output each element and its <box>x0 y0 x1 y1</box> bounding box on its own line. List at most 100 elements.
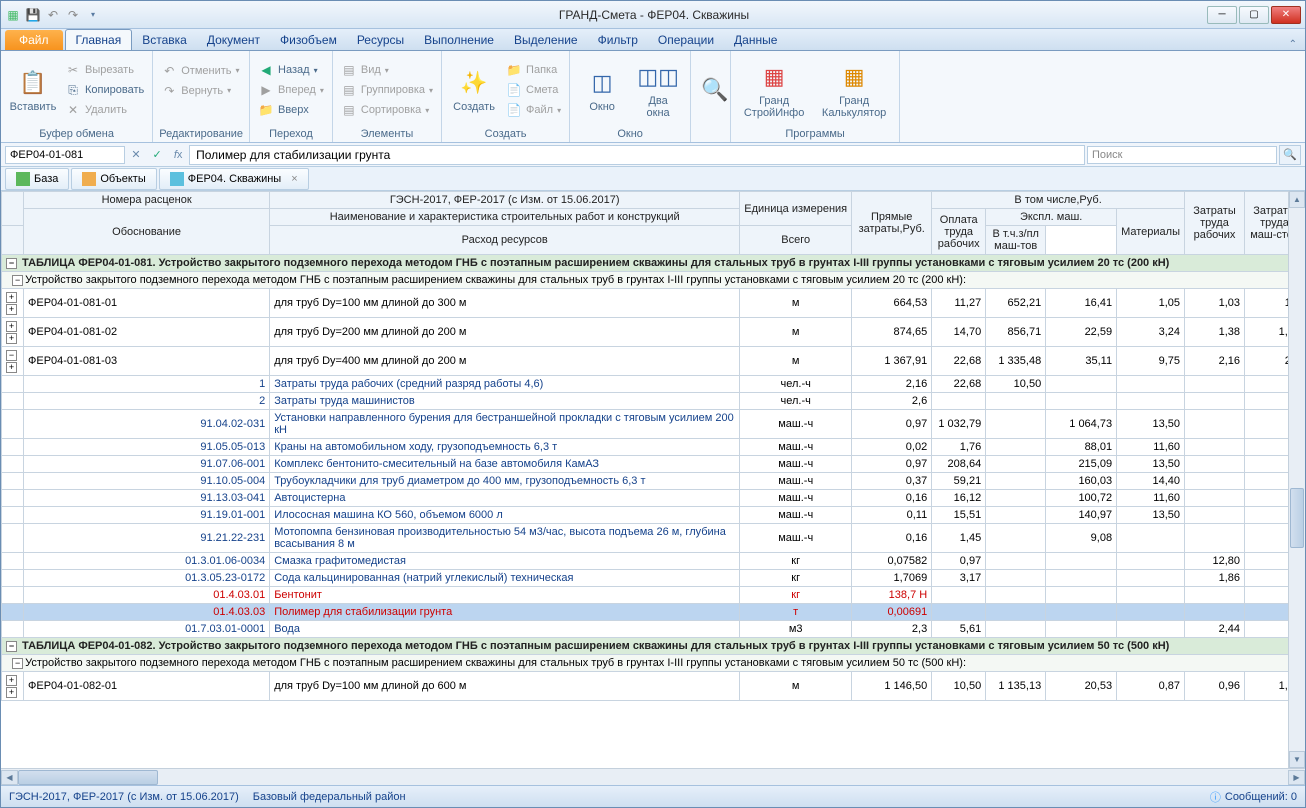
app-icon[interactable]: ▦ <box>5 7 21 23</box>
table-row[interactable]: 1Затраты труда рабочих (средний разряд р… <box>2 376 1305 393</box>
file-tab[interactable]: Файл <box>5 30 63 50</box>
table-row[interactable]: 91.05.05-013Краны на автомобильном ходу,… <box>2 439 1305 456</box>
qat-undo-icon[interactable]: ↶ <box>45 7 61 23</box>
cut-button[interactable]: ✂Вырезать <box>63 61 146 79</box>
tab-objects[interactable]: Объекты <box>71 168 156 190</box>
expand-icon[interactable]: + <box>6 321 17 332</box>
scroll-right-icon[interactable]: ▶ <box>1288 770 1305 785</box>
col-mat[interactable]: Материалы <box>1117 209 1185 255</box>
tab-exec[interactable]: Выполнение <box>414 30 504 50</box>
view-button[interactable]: ▤Вид▾ <box>339 61 435 79</box>
table-row[interactable]: 91.07.06-001Комплекс бентонито-смеситель… <box>2 456 1305 473</box>
copy-button[interactable]: ⎘Копировать <box>63 81 146 99</box>
sort-button[interactable]: ▤Сортировка▾ <box>339 101 435 119</box>
up-button[interactable]: 📁Вверх <box>256 101 326 119</box>
search-input[interactable]: Поиск <box>1087 146 1277 164</box>
window-one-button[interactable]: ◫Окно <box>576 65 628 115</box>
expand-icon[interactable]: + <box>6 304 17 315</box>
stroiinfo-button[interactable]: ▦Гранд СтройИнфо <box>737 59 811 121</box>
tab-phys[interactable]: Физобъем <box>270 30 347 50</box>
tab-filt[interactable]: Фильтр <box>588 30 648 50</box>
expand-icon[interactable]: + <box>6 687 17 698</box>
collapse-icon[interactable]: − <box>12 658 23 669</box>
close-tab-icon[interactable]: × <box>291 173 297 185</box>
scroll-down-icon[interactable]: ▼ <box>1289 751 1305 768</box>
paste-button[interactable]: 📋Вставить <box>7 65 59 115</box>
status-messages[interactable]: Сообщений: 0 <box>1225 791 1297 803</box>
scroll-thumb-h[interactable] <box>18 770 158 785</box>
table-row[interactable]: ++ФЕР04-01-081-01для труб Dy=100 мм длин… <box>2 289 1305 318</box>
table-row[interactable]: 91.19.01-001Илососная машина КО 560, объ… <box>2 507 1305 524</box>
col-includes[interactable]: В том числе,Руб. <box>932 192 1185 209</box>
close-button[interactable]: ✕ <box>1271 6 1301 24</box>
search-button[interactable]: 🔍 <box>1279 145 1301 165</box>
qat-redo-icon[interactable]: ↷ <box>65 7 81 23</box>
col-basis[interactable]: Обоснование <box>24 209 270 255</box>
ribbon-collapse-icon[interactable]: ⌃ <box>1289 39 1297 50</box>
table-row[interactable]: ++ФЕР04-01-081-02для труб Dy=200 мм длин… <box>2 318 1305 347</box>
col-consumption[interactable]: Расход ресурсов <box>270 226 740 255</box>
minimize-button[interactable]: ─ <box>1207 6 1237 24</box>
collapse-icon[interactable]: − <box>6 258 17 269</box>
data-grid[interactable]: Номера расценок ГЭСН-2017, ФЕР-2017 (с И… <box>1 191 1305 701</box>
fx-cancel-icon[interactable]: ✕ <box>127 148 145 161</box>
tab-sel[interactable]: Выделение <box>504 30 588 50</box>
table-row[interactable]: 91.04.02-031Установки направленного буре… <box>2 410 1305 439</box>
table-row[interactable]: 91.10.05-004Трубоукладчики для труб диам… <box>2 473 1305 490</box>
table-row[interactable]: −+ФЕР04-01-081-03для труб Dy=400 мм длин… <box>2 347 1305 376</box>
expand-icon[interactable]: + <box>6 333 17 344</box>
maximize-button[interactable]: ▢ <box>1239 6 1269 24</box>
table-row[interactable]: 91.13.03-041Автоцистернамаш.-ч0,1616,121… <box>2 490 1305 507</box>
col-incl[interactable]: В т.ч.з/пл маш-тов <box>986 226 1046 255</box>
back-button[interactable]: ◀Назад▾ <box>256 61 326 79</box>
redo-button[interactable]: ↷Вернуть▾ <box>159 82 241 100</box>
table-row[interactable]: − ТАБЛИЦА ФЕР04-01-082. Устройство закры… <box>2 638 1305 655</box>
col-subtitle[interactable]: ГЭСН-2017, ФЕР-2017 (с Изм. от 15.06.201… <box>270 192 740 209</box>
col-mach[interactable]: Экспл. маш. <box>986 209 1117 226</box>
col-unit[interactable]: Единица измерения <box>740 192 852 226</box>
col-labor-work[interactable]: Затраты труда рабочих <box>1185 192 1245 255</box>
horizontal-scrollbar[interactable]: ◀ ▶ <box>1 768 1305 785</box>
scroll-left-icon[interactable]: ◀ <box>1 770 18 785</box>
scroll-thumb-v[interactable] <box>1290 488 1304 548</box>
table-row[interactable]: 91.21.22-231Мотопомпа бензиновая произво… <box>2 524 1305 553</box>
delete-button[interactable]: ✕Удалить <box>63 101 146 119</box>
tab-insert[interactable]: Вставка <box>132 30 197 50</box>
tab-main[interactable]: Главная <box>65 29 133 50</box>
table-row[interactable]: − ТАБЛИЦА ФЕР04-01-081. Устройство закры… <box>2 255 1305 272</box>
fx-accept-icon[interactable]: ✓ <box>148 148 166 161</box>
forward-button[interactable]: ▶Вперед▾ <box>256 81 326 99</box>
tab-doc[interactable]: Документ <box>197 30 270 50</box>
expand-icon[interactable]: + <box>6 362 17 373</box>
calc-button[interactable]: ▦Гранд Калькулятор <box>815 59 893 121</box>
fx-icon[interactable]: fx <box>169 149 187 161</box>
grid-area[interactable]: Номера расценок ГЭСН-2017, ФЕР-2017 (с И… <box>1 191 1305 768</box>
tab-data[interactable]: Данные <box>724 30 787 50</box>
col-direct[interactable]: Прямые затраты,Руб. <box>852 192 932 255</box>
table-row[interactable]: 2Затраты труда машинистовчел.-ч2,6 <box>2 393 1305 410</box>
qat-dropdown-icon[interactable]: ▾ <box>85 7 101 23</box>
window-two-button[interactable]: ◫◫Два окна <box>632 59 684 121</box>
table-row[interactable]: 01.7.03.01-0001Водам32,35,612,44 <box>2 621 1305 638</box>
col-numbers[interactable]: Номера расценок <box>24 192 270 209</box>
col-pay[interactable]: Оплата труда рабочих <box>932 209 986 255</box>
expand-icon[interactable]: − <box>6 350 17 361</box>
table-row[interactable]: 01.4.03.01Бентониткг138,7 Н <box>2 587 1305 604</box>
cell-reference[interactable]: ФЕР04-01-081 <box>5 146 125 164</box>
collapse-icon[interactable]: − <box>12 275 23 286</box>
col-total[interactable]: Всего <box>740 226 852 255</box>
col-name[interactable]: Наименование и характеристика строительн… <box>270 209 740 226</box>
tab-res[interactable]: Ресурсы <box>347 30 414 50</box>
formula-input[interactable]: Полимер для стабилизации грунта <box>189 145 1085 165</box>
info-icon[interactable]: ⓘ <box>1210 789 1221 805</box>
folder-button[interactable]: 📁Папка <box>504 61 563 79</box>
create-button[interactable]: ✨Создать <box>448 65 500 115</box>
tab-ops[interactable]: Операции <box>648 30 724 50</box>
vertical-scrollbar[interactable]: ▲ ▼ <box>1288 191 1305 768</box>
table-row[interactable]: −Устройство закрытого подземного переход… <box>2 272 1305 289</box>
qat-save-icon[interactable]: 💾 <box>25 7 41 23</box>
scroll-up-icon[interactable]: ▲ <box>1289 191 1305 208</box>
table-row[interactable]: −Устройство закрытого подземного переход… <box>2 655 1305 672</box>
table-row[interactable]: ++ФЕР04-01-082-01для труб Dy=100 мм длин… <box>2 672 1305 701</box>
file-button[interactable]: 📄Файл▾ <box>504 101 563 119</box>
